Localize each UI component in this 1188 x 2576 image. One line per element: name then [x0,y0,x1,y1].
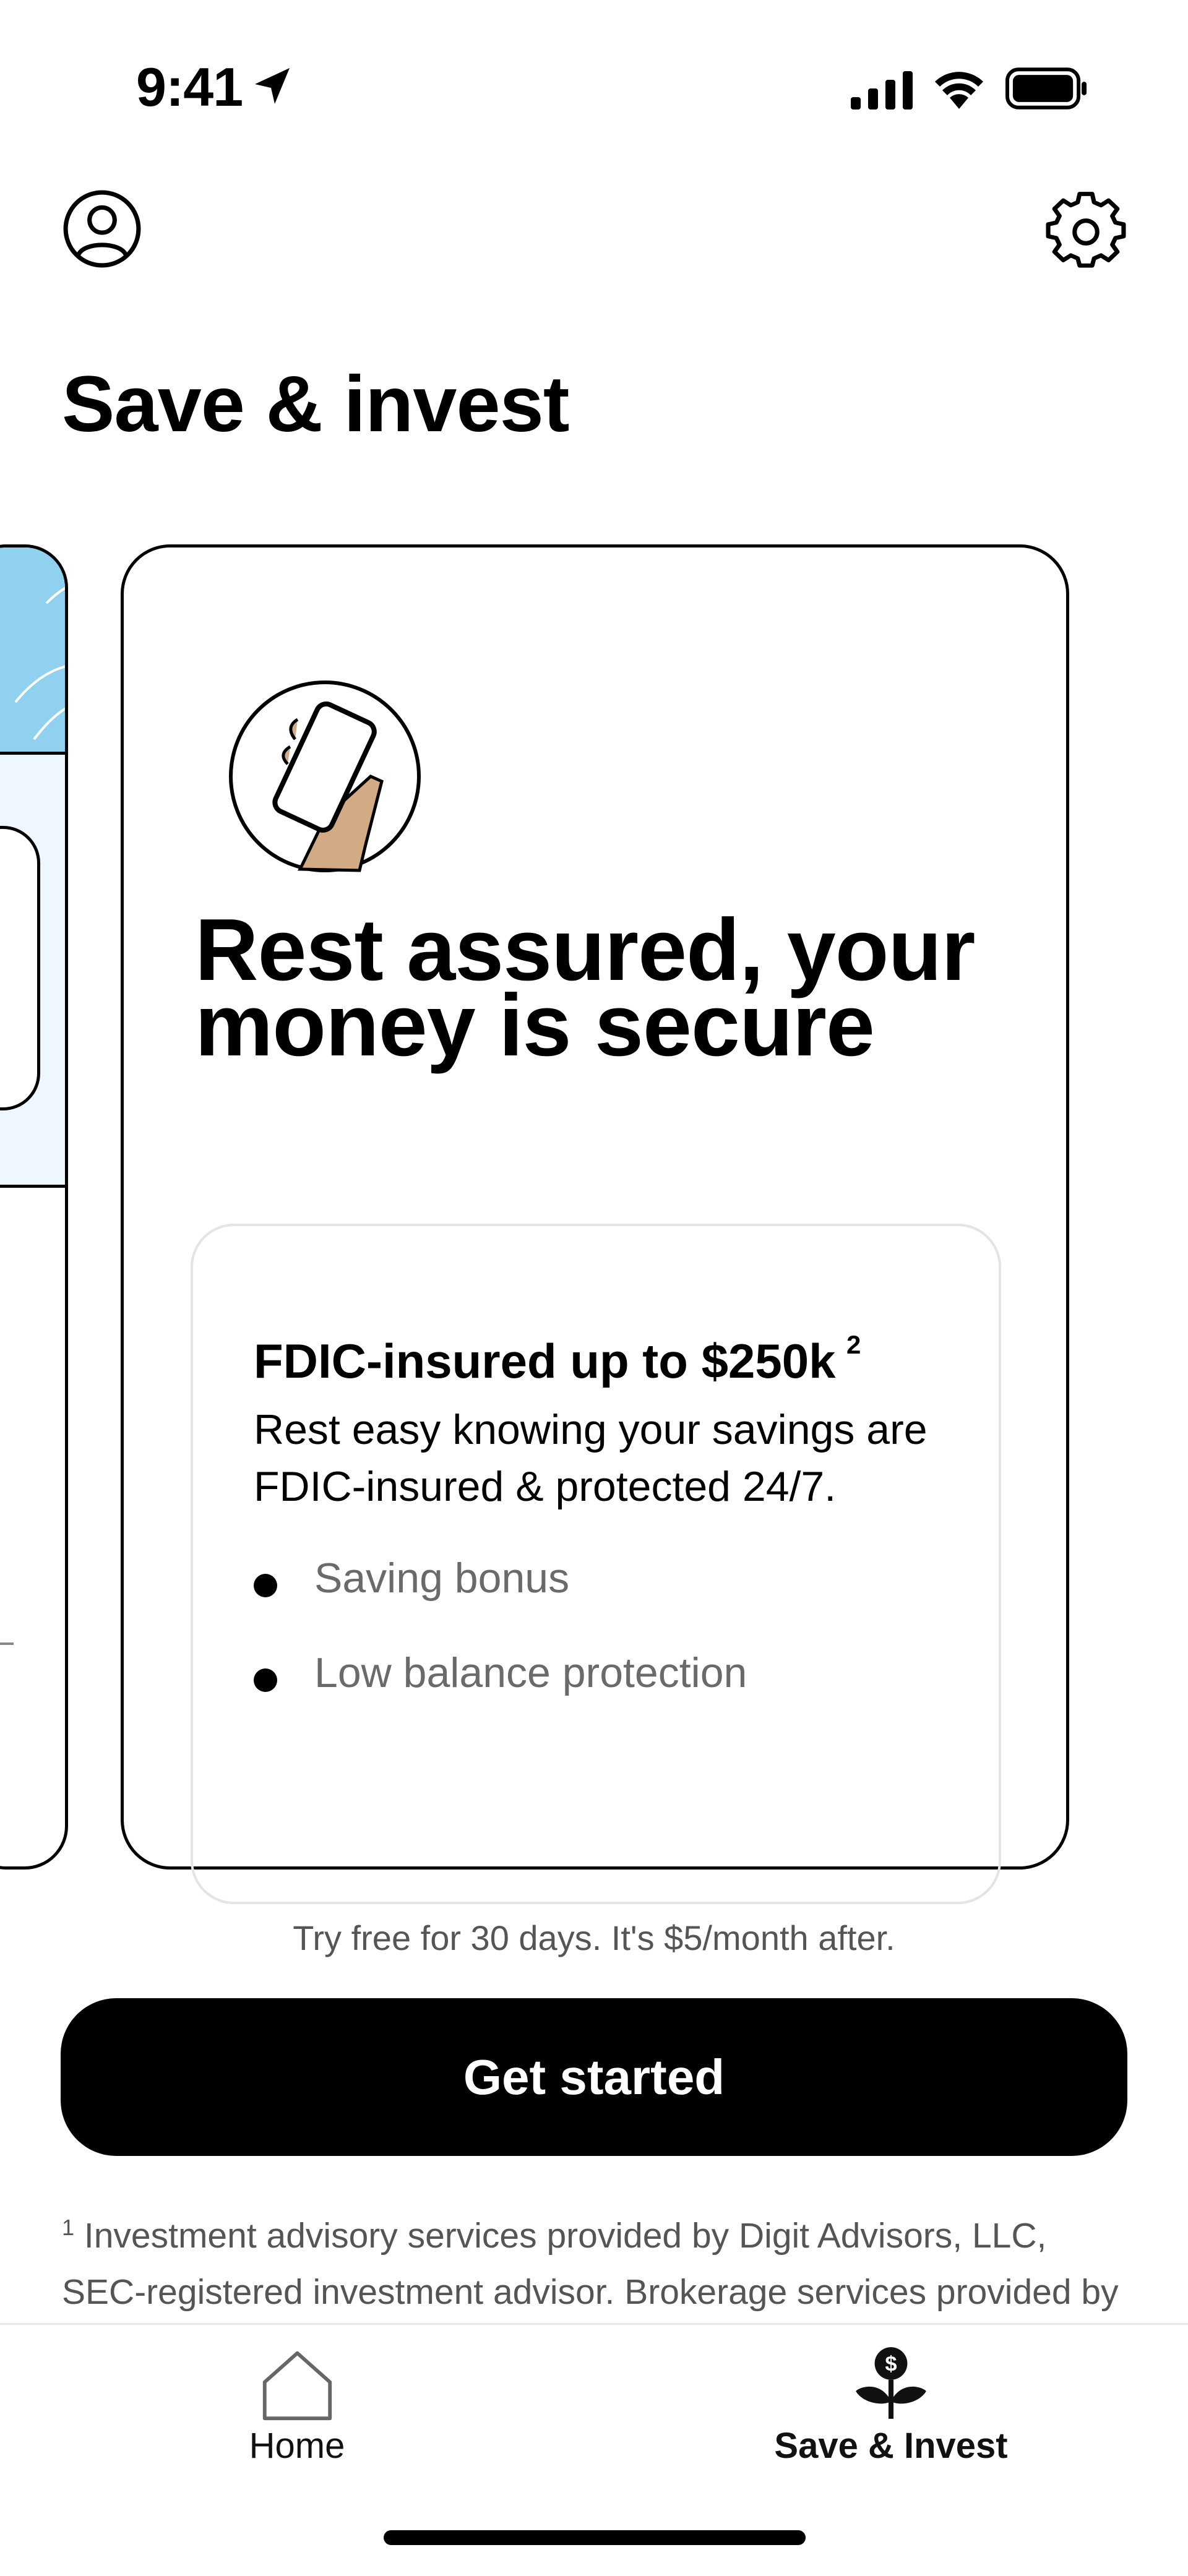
feature-bullet: Saving bonus [314,1555,570,1602]
location-arrow-icon [255,68,290,104]
feature-footnote-marker: 2 [846,1330,861,1359]
feature-title: FDIC-insured up to $250k [254,1334,836,1388]
feature-description: Rest easy knowing your savings are FDIC-… [254,1406,928,1510]
peek-card-inner-box [0,826,40,1110]
status-time: 9:41 [136,56,243,118]
peek-card-divider [0,1642,14,1645]
wifi-icon [935,72,983,109]
trial-note: Try free for 30 days. It's $5/month afte… [293,1918,895,1957]
tab-home-label: Home [249,2426,345,2466]
battery-icon [1005,67,1087,109]
peek-card-image [0,547,65,755]
page-title: Save & invest [62,360,569,449]
footnote-text: Investment advisory services provided by… [62,2216,1119,2312]
money-plant-icon: $ [856,2347,926,2419]
gear-icon[interactable] [1046,192,1126,272]
bullet-dot [254,1574,277,1597]
home-indicator[interactable] [384,2530,806,2545]
tab-save-invest[interactable]: $ Save & Invest [742,2338,1040,2481]
home-icon [262,2351,332,2421]
signal-icon [851,71,913,109]
svg-text:$: $ [885,2353,897,2376]
card-heading: Rest assured, your money is secure [195,901,976,1075]
get-started-button[interactable]: Get started [61,1998,1127,2156]
phone-hand-illustration [229,680,421,872]
profile-icon[interactable] [62,189,142,269]
tab-home[interactable]: Home [204,2338,390,2481]
feature-bullet: Low balance protection [314,1649,747,1696]
footnote-marker: 1 [62,2215,75,2240]
carousel-card-previous[interactable] [0,544,68,1870]
tab-save-invest-label: Save & Invest [774,2426,1008,2466]
feature-info-box [191,1224,1001,1904]
disclosure-footnote: 1 Investment advisory services provided … [62,2199,1126,2323]
bullet-dot [254,1668,277,1692]
